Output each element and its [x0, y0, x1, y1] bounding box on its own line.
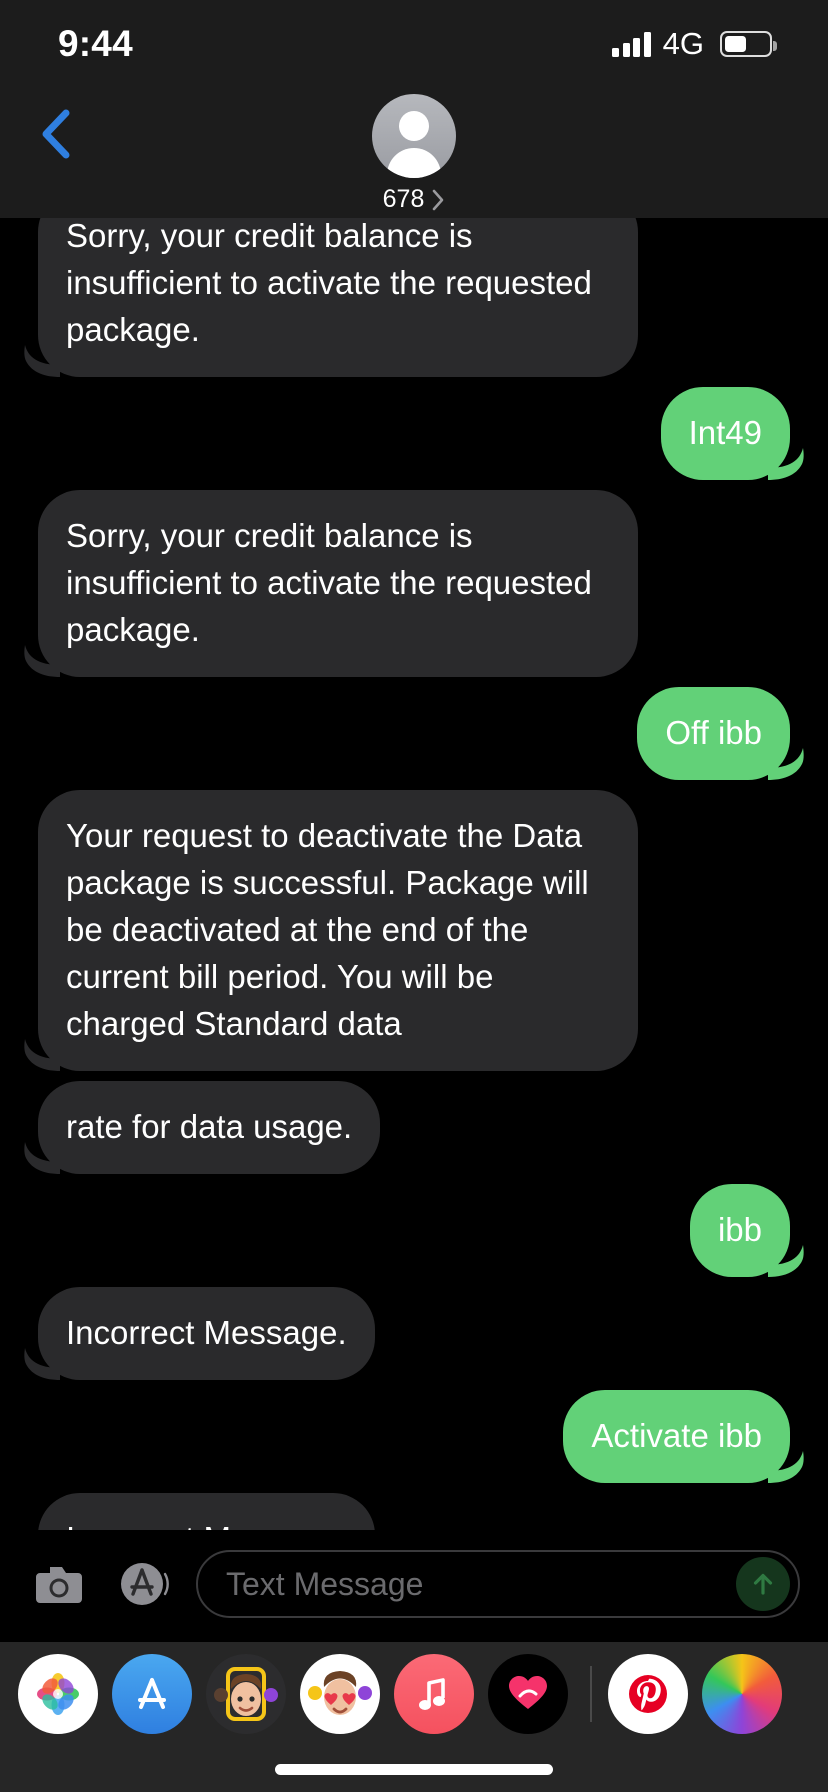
bubble-tail-right-icon — [768, 1245, 804, 1277]
message-row: Sorry, your credit balance is insufficie… — [0, 490, 828, 677]
text-message-field[interactable]: Text Message — [196, 1550, 800, 1618]
bubble-tail-right-icon — [768, 748, 804, 780]
sent-message-bubble[interactable]: ibb — [689, 1184, 804, 1277]
pinterest-app-icon[interactable] — [608, 1654, 688, 1734]
send-arrow-up-icon[interactable] — [736, 1557, 790, 1611]
sent-message-bubble[interactable]: Activate ibb — [563, 1390, 804, 1483]
bubble-tail-left-icon — [24, 1039, 60, 1071]
home-indicator[interactable] — [275, 1763, 553, 1775]
contact-name: 678 — [382, 185, 425, 213]
sent-message-bubble[interactable]: Off ibb — [637, 687, 804, 780]
battery-icon — [720, 31, 777, 57]
message-row: Sorry, your credit balance is insufficie… — [0, 190, 828, 377]
bubble-tail-left-icon — [24, 345, 60, 377]
memoji-app-icon[interactable] — [300, 1654, 380, 1734]
rainbow-app-icon[interactable] — [702, 1654, 782, 1734]
app-drawer-divider — [590, 1666, 592, 1722]
status-time: 9:44 — [58, 23, 133, 64]
app-store-icon[interactable] — [112, 1553, 174, 1615]
received-message-bubble[interactable]: Incorrect Message. — [24, 1287, 375, 1380]
received-message-bubble[interactable]: Your request to deactivate the Data pack… — [24, 790, 638, 1071]
message-thread[interactable]: Sorry, your credit balance is insufficie… — [0, 0, 828, 1530]
received-message-bubble[interactable]: Sorry, your credit balance is insufficie… — [24, 490, 638, 677]
cellular-signal-icon — [612, 31, 651, 57]
message-row: Incorrect Message. — [0, 1287, 828, 1380]
text-message-placeholder: Text Message — [226, 1565, 424, 1602]
music-app-icon[interactable] — [394, 1654, 474, 1734]
received-message-bubble[interactable]: rate for data usage. — [24, 1081, 381, 1174]
message-row: rate for data usage. — [0, 1081, 828, 1174]
memoji-stickers-icon[interactable] — [206, 1654, 286, 1734]
bubble-tail-left-icon — [24, 645, 60, 677]
bubble-tail-left-icon — [24, 1142, 60, 1174]
conversation-header: 678 — [0, 88, 828, 218]
message-row: Int49 — [0, 387, 828, 480]
contact-info-button[interactable]: 678 — [372, 94, 456, 214]
status-bar: 9:44 4G — [0, 0, 828, 88]
chevron-right-icon — [433, 189, 444, 210]
bubble-tail-left-icon — [24, 1348, 60, 1380]
back-button[interactable] — [26, 104, 86, 164]
imessage-app-drawer[interactable] — [0, 1642, 828, 1746]
home-indicator-area — [0, 1746, 828, 1792]
digital-touch-heart-icon[interactable] — [488, 1654, 568, 1734]
bubble-tail-right-icon — [768, 1451, 804, 1483]
message-row: Activate ibb — [0, 1390, 828, 1483]
message-input-bar: Text Message — [0, 1530, 828, 1638]
received-message-bubble[interactable]: Incorrect Message. — [38, 1493, 375, 1530]
contact-avatar-icon — [372, 94, 456, 178]
message-row: Incorrect Message. — [0, 1493, 828, 1530]
carrier-label: 4G — [662, 26, 704, 61]
status-indicators: 4G — [612, 26, 777, 62]
received-message-bubble[interactable]: Sorry, your credit balance is insufficie… — [24, 190, 638, 377]
message-row: Off ibb — [0, 687, 828, 780]
camera-icon[interactable] — [28, 1553, 90, 1615]
photos-app-icon[interactable] — [18, 1654, 98, 1734]
bubble-tail-right-icon — [768, 448, 804, 480]
message-row: ibb — [0, 1184, 828, 1277]
sent-message-bubble[interactable]: Int49 — [660, 387, 804, 480]
app-store-app-icon[interactable] — [112, 1654, 192, 1734]
message-row: Your request to deactivate the Data pack… — [0, 790, 828, 1071]
